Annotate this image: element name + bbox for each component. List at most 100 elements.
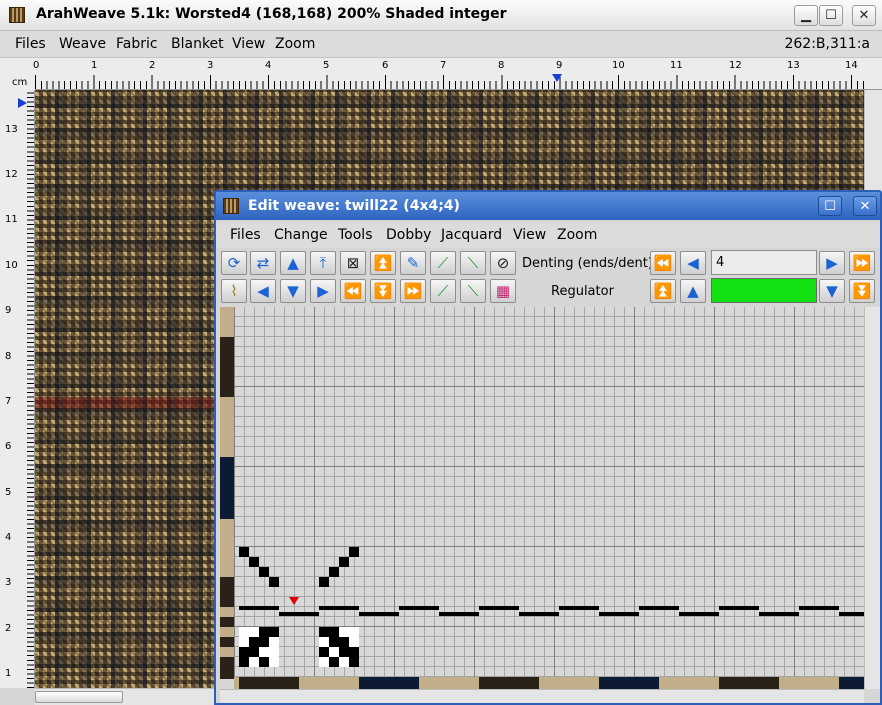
weave-cell[interactable] bbox=[249, 637, 259, 647]
hruler-label: 0 bbox=[33, 60, 40, 71]
menu-fabric[interactable]: Fabric bbox=[116, 36, 158, 52]
main-hscroll-thumb[interactable] bbox=[35, 691, 123, 703]
denting-first-button[interactable]: ⏪ bbox=[650, 251, 676, 275]
double-up-button[interactable]: ⏫ bbox=[370, 251, 396, 275]
regulator-double-up-button[interactable]: ⏫ bbox=[650, 279, 676, 303]
double-right-button[interactable]: ⏩ bbox=[400, 279, 426, 303]
menu-zoom[interactable]: Zoom bbox=[275, 36, 315, 52]
vruler-label: 5 bbox=[5, 487, 12, 498]
dialog-vertical-scrollbar[interactable] bbox=[864, 307, 880, 689]
dialog-horizontal-scrollbar[interactable] bbox=[220, 689, 864, 703]
weave-cell[interactable] bbox=[259, 627, 269, 637]
warp-color-segment bbox=[599, 677, 659, 689]
vruler-position-marker[interactable] bbox=[18, 98, 27, 108]
warp-color-row[interactable] bbox=[234, 677, 864, 689]
invert-button[interactable]: ⊘ bbox=[490, 251, 516, 275]
weave-cell[interactable] bbox=[329, 637, 339, 647]
weave-cell[interactable] bbox=[339, 637, 349, 647]
denting-next-button[interactable]: ▶ bbox=[819, 251, 845, 275]
weave-cell[interactable] bbox=[349, 657, 359, 667]
weave-cell[interactable] bbox=[319, 627, 329, 637]
shift-up-button[interactable]: ▲ bbox=[280, 251, 306, 275]
denting-input[interactable] bbox=[711, 250, 817, 275]
swap-button[interactable]: ⇄ bbox=[250, 251, 276, 275]
dialog-menu-dobby[interactable]: Dobby bbox=[386, 227, 431, 243]
arrow-right-icon: ▶ bbox=[317, 281, 329, 300]
lift-line bbox=[799, 606, 839, 610]
hruler-label: 13 bbox=[787, 60, 800, 71]
regulator-up-button[interactable]: ▲ bbox=[680, 279, 706, 303]
weave-cell[interactable] bbox=[329, 657, 339, 667]
warp-color-segment bbox=[239, 677, 299, 689]
twill-left-button[interactable]: ⟍ bbox=[460, 251, 486, 275]
weave-cell[interactable] bbox=[329, 627, 339, 637]
twill-down-button[interactable]: ⟍ bbox=[460, 279, 486, 303]
dialog-title-bar: Edit weave: twill22 (4x4;4) ☐ ✕ bbox=[216, 192, 880, 220]
regulator-color-field[interactable] bbox=[711, 278, 817, 303]
paint-button[interactable]: ✎ bbox=[400, 251, 426, 275]
vertical-ruler[interactable]: 13 12 11 10 9 8 7 6 5 4 3 2 1 bbox=[0, 90, 35, 688]
shift-left-button[interactable]: ◀ bbox=[250, 279, 276, 303]
weft-color-segment bbox=[220, 627, 234, 637]
weave-cell[interactable] bbox=[339, 557, 349, 567]
dialog-close-button[interactable]: ✕ bbox=[853, 196, 877, 216]
shift-down-button[interactable]: ▼ bbox=[280, 279, 306, 303]
menu-view[interactable]: View bbox=[232, 36, 265, 52]
menu-weave[interactable]: Weave bbox=[59, 36, 106, 52]
twill-down-icon: ⟍ bbox=[467, 281, 479, 300]
menu-blanket[interactable]: Blanket bbox=[171, 36, 224, 52]
arrow-down-icon: ▼ bbox=[287, 281, 299, 300]
hruler-label: 6 bbox=[382, 60, 389, 71]
menu-files[interactable]: Files bbox=[15, 36, 46, 52]
vruler-label: 3 bbox=[5, 577, 12, 588]
dialog-menu-view[interactable]: View bbox=[513, 227, 546, 243]
weave-cell[interactable] bbox=[329, 567, 339, 577]
regulator-double-down-button[interactable]: ⏬ bbox=[849, 279, 875, 303]
dialog-menu-tools[interactable]: Tools bbox=[338, 227, 373, 243]
hruler-major-ticks bbox=[35, 75, 864, 89]
twill-up-button[interactable]: ⟋ bbox=[430, 279, 456, 303]
hruler-label: 11 bbox=[670, 60, 683, 71]
weave-cell[interactable] bbox=[319, 647, 329, 657]
denting-last-button[interactable]: ⏩ bbox=[849, 251, 875, 275]
denting-prev-button[interactable]: ◀ bbox=[680, 251, 706, 275]
lift-line bbox=[239, 606, 279, 610]
dialog-menu-change[interactable]: Change bbox=[274, 227, 328, 243]
weave-cell[interactable] bbox=[239, 657, 249, 667]
lift-line bbox=[279, 612, 319, 616]
move-up-button[interactable]: ⤒ bbox=[310, 251, 336, 275]
weft-color-column[interactable] bbox=[220, 307, 234, 679]
pattern-button[interactable]: ▦ bbox=[490, 279, 516, 303]
weave-cell[interactable] bbox=[269, 627, 279, 637]
double-down-button[interactable]: ⏬ bbox=[370, 279, 396, 303]
weave-cell[interactable] bbox=[239, 647, 249, 657]
weave-cell[interactable] bbox=[349, 547, 359, 557]
regulator-down-button[interactable]: ▼ bbox=[819, 279, 845, 303]
close-button[interactable]: ✕ bbox=[852, 5, 876, 26]
double-left-button[interactable]: ⏪ bbox=[340, 279, 366, 303]
weave-grid[interactable] bbox=[234, 307, 864, 689]
clear-button[interactable]: ⊠ bbox=[340, 251, 366, 275]
minimize-button[interactable]: ▁ bbox=[794, 5, 818, 26]
broom-button[interactable]: ⌇ bbox=[221, 279, 247, 303]
dialog-menu-zoom[interactable]: Zoom bbox=[557, 227, 597, 243]
twill-right-button[interactable]: ⟋ bbox=[430, 251, 456, 275]
current-position-marker[interactable] bbox=[289, 597, 299, 605]
dialog-menu-files[interactable]: Files bbox=[230, 227, 261, 243]
hruler-position-marker[interactable] bbox=[552, 74, 562, 82]
lift-line bbox=[439, 612, 479, 616]
horizontal-ruler[interactable]: 0 1 2 3 4 5 6 7 8 9 10 11 12 13 14 bbox=[33, 58, 882, 90]
weave-cell[interactable] bbox=[239, 547, 249, 557]
weave-cell[interactable] bbox=[319, 577, 329, 587]
shift-right-button[interactable]: ▶ bbox=[310, 279, 336, 303]
weave-cell[interactable] bbox=[259, 657, 269, 667]
double-right-icon: ⏩ bbox=[403, 281, 423, 300]
refresh-button[interactable]: ⟳ bbox=[221, 251, 247, 275]
weave-cell[interactable] bbox=[259, 637, 269, 647]
dialog-maximize-button[interactable]: ☐ bbox=[818, 196, 842, 216]
dialog-menu-jacquard[interactable]: Jacquard bbox=[441, 227, 502, 243]
weave-cell[interactable] bbox=[249, 647, 259, 657]
maximize-button[interactable]: ☐ bbox=[819, 5, 843, 26]
weave-cell[interactable] bbox=[339, 647, 349, 657]
weave-cell[interactable] bbox=[349, 647, 359, 657]
